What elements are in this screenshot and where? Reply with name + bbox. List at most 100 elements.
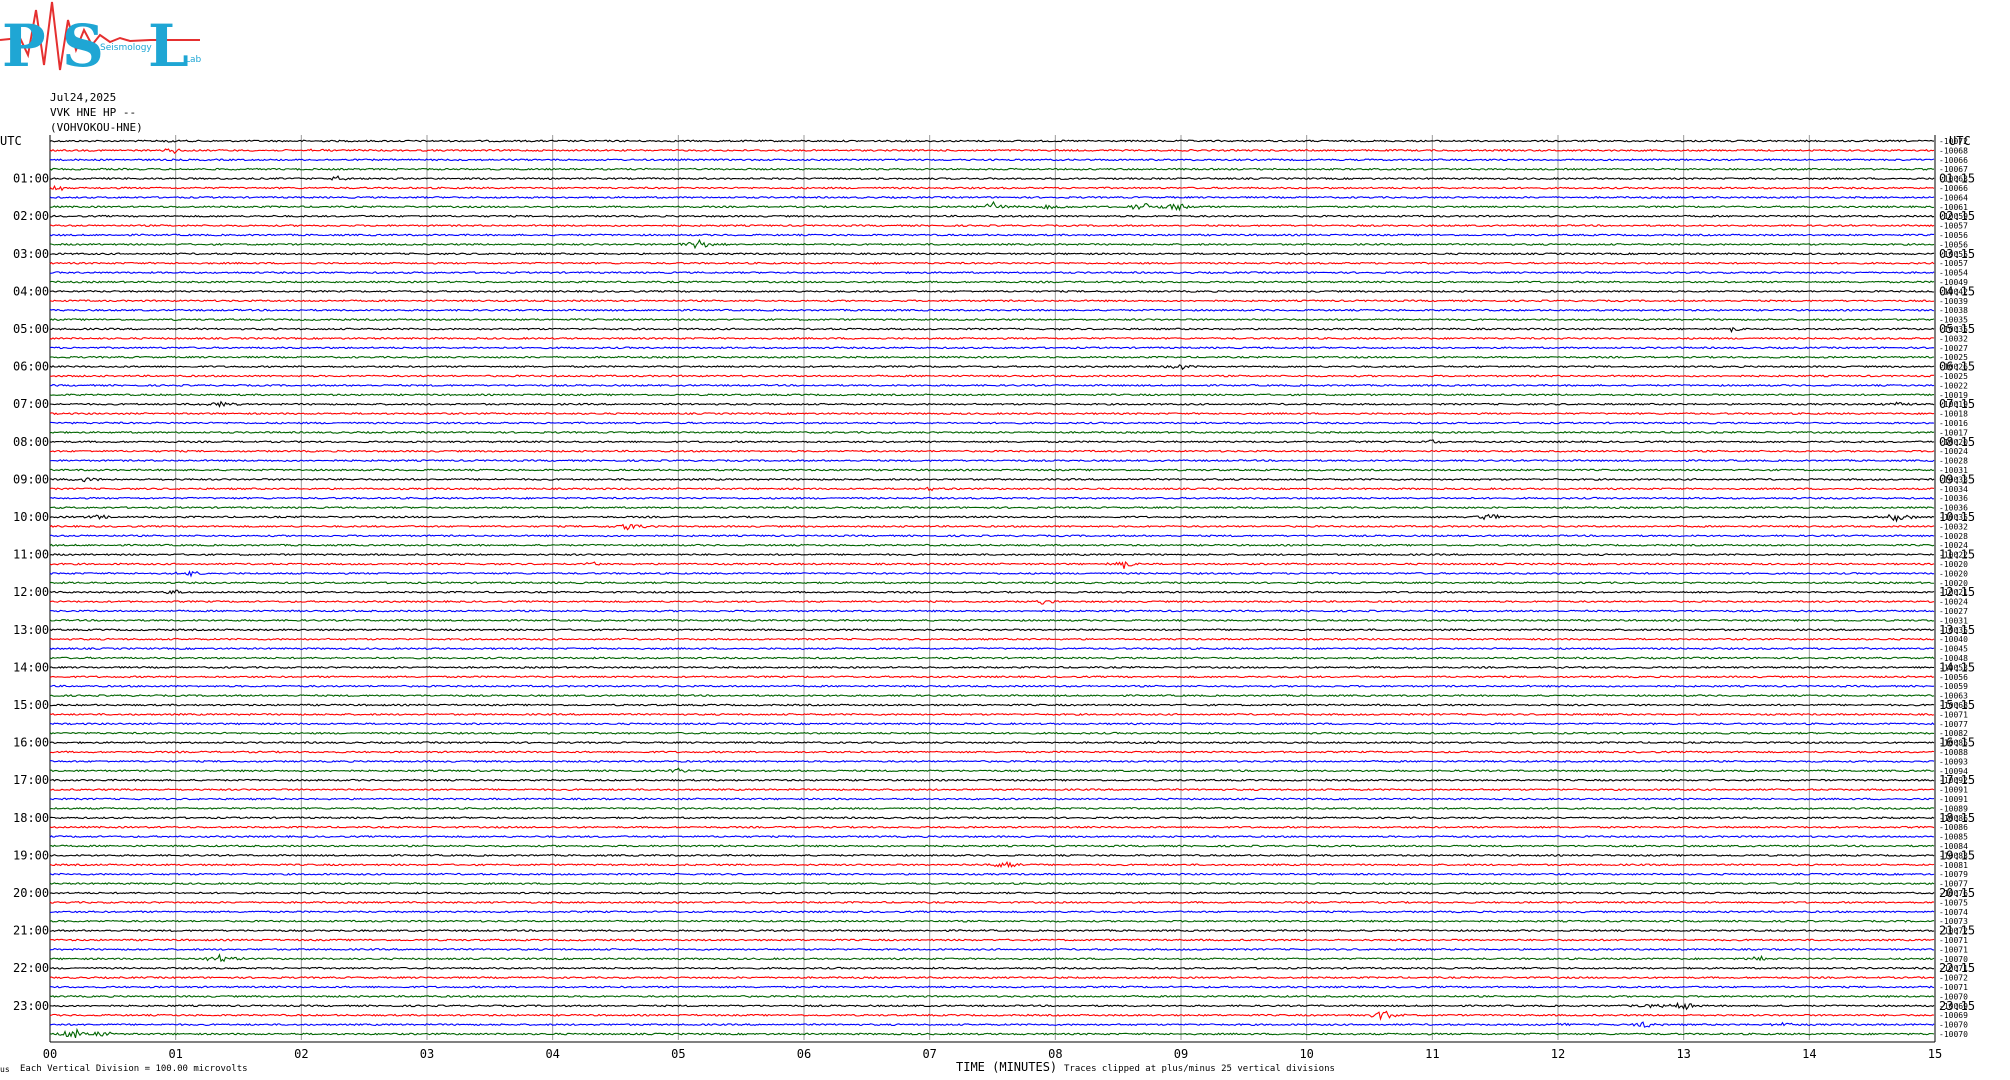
right-hour-label: 21:15: [1939, 924, 1975, 938]
seismic-trace: [49, 750, 1935, 754]
x-tick-label: 03: [420, 1047, 434, 1061]
seismic-trace: [49, 308, 1935, 312]
seismic-trace: [49, 872, 1935, 876]
seismic-trace: [49, 477, 1935, 483]
seismic-trace: [49, 900, 1935, 904]
seismic-trace: [49, 929, 1935, 933]
trace-offset-label: -10091: [1939, 795, 1968, 804]
seismic-trace: [49, 336, 1935, 340]
seismic-trace: [49, 767, 1935, 773]
seismic-trace: [49, 195, 1935, 199]
seismic-trace: [49, 543, 1935, 547]
trace-offset-label: -10070: [1939, 1030, 1968, 1039]
right-hour-label: 16:15: [1939, 736, 1975, 750]
seismic-trace: [49, 496, 1935, 500]
trace-offset-label: -10079: [1939, 870, 1968, 879]
right-hour-label: 11:15: [1939, 548, 1975, 562]
minute-gridlines: [49, 135, 1936, 1043]
x-tick-label: 08: [1048, 1047, 1062, 1061]
seismic-trace: [49, 553, 1935, 557]
left-hour-label: 05:00: [13, 322, 49, 336]
seismic-trace: [49, 439, 1935, 444]
seismic-trace: [49, 299, 1935, 303]
seismic-trace: [49, 233, 1935, 237]
trace-offset-label: -10038: [1939, 306, 1968, 315]
seismic-trace: [49, 816, 1935, 820]
trace-offset-label: -10077: [1939, 720, 1968, 729]
seismic-trace: [49, 797, 1935, 801]
seismic-trace: [49, 280, 1935, 284]
seismic-trace: [49, 486, 1935, 492]
seismic-trace: [49, 938, 1935, 942]
left-hour-label: 18:00: [13, 811, 49, 825]
x-tick-label: 14: [1802, 1047, 1816, 1061]
seismic-trace: [49, 374, 1935, 378]
right-hour-label: 17:15: [1939, 773, 1975, 787]
trace-offset-label: -10027: [1939, 607, 1968, 616]
seismic-trace: [49, 326, 1935, 334]
seismic-trace: [49, 825, 1935, 829]
right-hour-label: 02:15: [1939, 209, 1975, 223]
seismic-trace: [49, 158, 1935, 162]
left-hour-label: 08:00: [13, 435, 49, 449]
seismic-trace: [49, 383, 1935, 387]
seismic-trace: [49, 449, 1935, 453]
right-hour-label: 03:15: [1939, 247, 1975, 261]
seismic-trace: [49, 618, 1935, 622]
left-hour-label: 14:00: [13, 660, 49, 674]
trace-offset-label: -10085: [1939, 833, 1968, 842]
right-hour-label: 22:15: [1939, 961, 1975, 975]
left-hour-label: 07:00: [13, 397, 49, 411]
left-hour-label: 21:00: [13, 924, 49, 938]
right-hour-label: 12:15: [1939, 585, 1975, 599]
trace-offset-label: -10064: [1939, 193, 1968, 202]
seismic-trace: [49, 252, 1935, 256]
x-tick-label: 02: [294, 1047, 308, 1061]
trace-offset-label: -10074: [1939, 908, 1968, 917]
seismic-trace: [49, 985, 1935, 989]
seismic-trace: [49, 534, 1935, 538]
footer-mark: us: [0, 1065, 10, 1074]
x-tick-label: 12: [1551, 1047, 1565, 1061]
x-tick-label: 05: [671, 1047, 685, 1061]
trace-offset-label: -10093: [1939, 757, 1968, 766]
seismic-trace: [49, 891, 1935, 895]
right-hour-label: 19:15: [1939, 848, 1975, 862]
seismic-trace: [49, 740, 1935, 745]
seismic-trace: [49, 200, 1935, 212]
right-hour-label: 13:15: [1939, 623, 1975, 637]
seismic-trace: [49, 853, 1935, 857]
trace-offset-label: -10022: [1939, 381, 1968, 390]
seismic-trace: [49, 675, 1935, 679]
seismic-trace: [49, 947, 1935, 951]
seismic-trace: [49, 647, 1935, 651]
seismic-trace: [49, 355, 1935, 359]
right-hour-label: 20:15: [1939, 886, 1975, 900]
left-hour-label: 10:00: [13, 510, 49, 524]
right-hour-label: 10:15: [1939, 510, 1975, 524]
seismic-trace: [49, 844, 1935, 848]
trace-offset-label: -10066: [1939, 156, 1968, 165]
x-tick-label: 09: [1174, 1047, 1188, 1061]
seismic-trace: [49, 561, 1935, 569]
seismic-trace: [49, 806, 1935, 810]
left-hour-label: 13:00: [13, 623, 49, 637]
x-tick-label: 04: [545, 1047, 559, 1061]
seismic-trace: [49, 261, 1935, 265]
x-tick-label: 07: [922, 1047, 936, 1061]
right-hour-label: 18:15: [1939, 811, 1975, 825]
left-hour-label: 03:00: [13, 247, 49, 261]
trace-offset-label: -10016: [1939, 419, 1968, 428]
footer-scale-note: Each Vertical Division = 100.00 microvol…: [20, 1064, 248, 1074]
trace-offset-label: -10036: [1939, 494, 1968, 503]
right-hour-label: 14:15: [1939, 660, 1975, 674]
seismic-trace: [49, 139, 1935, 143]
left-hour-label: 12:00: [13, 585, 49, 599]
seismic-trace: [49, 703, 1935, 707]
seismic-trace: [49, 421, 1935, 425]
seismic-trace: [49, 468, 1935, 472]
x-tick-label: 11: [1425, 1047, 1439, 1061]
axis-labels: -10072-10068-10066-10067-10063-10066-100…: [0, 134, 1975, 1074]
seismic-trace: [49, 459, 1935, 463]
x-tick-label: 06: [797, 1047, 811, 1061]
